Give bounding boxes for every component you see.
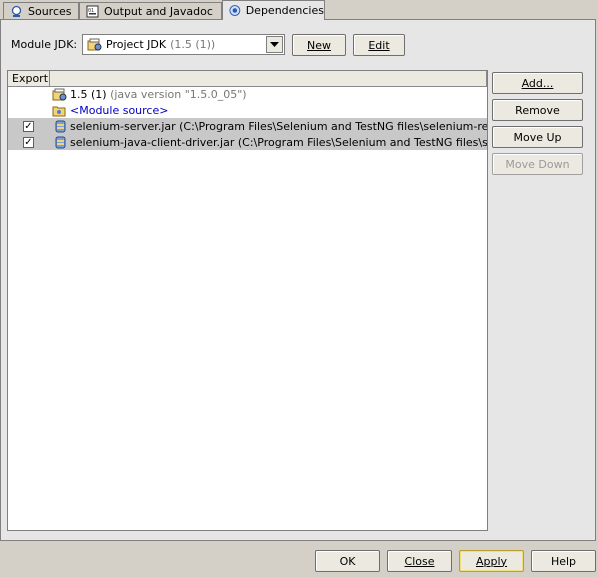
combo-dropdown-button[interactable] xyxy=(266,36,283,53)
table-header: Export xyxy=(8,71,487,87)
tab-dependencies[interactable]: Dependencies xyxy=(222,0,325,20)
row-name: selenium-server.jar (C:\Program Files\Se… xyxy=(70,119,488,133)
edit-jdk-button[interactable]: Edit xyxy=(353,34,405,56)
chevron-down-icon xyxy=(270,42,279,47)
new-jdk-button[interactable]: New xyxy=(292,34,346,56)
export-checkbox[interactable]: ✓ xyxy=(23,120,34,132)
jar-library-icon xyxy=(55,120,66,132)
module-jdk-combo[interactable]: Project JDK (1.5 (1)) xyxy=(82,34,285,55)
table-row[interactable]: ✓ selenium-server.jar (C:\Program Files\… xyxy=(8,118,487,134)
module-jdk-selected-detail: (1.5 (1)) xyxy=(170,38,216,51)
tab-bar: Sources 01 Output and Javadoc Dependenci… xyxy=(0,0,598,20)
apply-button[interactable]: Apply xyxy=(459,550,524,572)
output-javadoc-icon: 01 xyxy=(86,5,99,17)
module-jdk-label: Module JDK: xyxy=(11,38,78,51)
column-header-export[interactable]: Export xyxy=(8,71,50,86)
column-header-entry[interactable] xyxy=(50,71,487,86)
table-row[interactable]: 1.5 (1) (java version "1.5.0_05") xyxy=(8,86,487,102)
module-jdk-selected: Project JDK xyxy=(106,38,167,51)
move-up-button[interactable]: Move Up xyxy=(492,126,583,148)
ok-button[interactable]: OK xyxy=(315,550,380,572)
tab-output-javadoc[interactable]: 01 Output and Javadoc xyxy=(79,2,222,19)
table-row[interactable]: ✓ selenium-java-client-driver.jar (C:\Pr… xyxy=(8,134,487,150)
row-name: selenium-java-client-driver.jar (C:\Prog… xyxy=(70,135,488,149)
move-down-button[interactable]: Move Down xyxy=(492,153,583,175)
jdk-icon xyxy=(52,88,67,100)
jdk-icon xyxy=(87,38,102,51)
add-button[interactable]: Add... xyxy=(492,72,583,94)
tab-sources[interactable]: Sources xyxy=(3,2,79,19)
row-name: <Module source> xyxy=(70,103,169,117)
export-checkbox[interactable]: ✓ xyxy=(23,136,34,148)
jar-library-icon xyxy=(55,136,66,148)
dependencies-icon xyxy=(229,5,241,16)
dependencies-table: Export 1.5 (1) (java version "1.5.0_05")… xyxy=(7,70,488,531)
remove-button[interactable]: Remove xyxy=(492,99,583,121)
row-name: 1.5 (1) (java version "1.5.0_05") xyxy=(70,87,247,101)
close-button[interactable]: Close xyxy=(387,550,452,572)
table-row[interactable]: <Module source> xyxy=(8,102,487,118)
sources-icon xyxy=(11,5,22,17)
help-button[interactable]: Help xyxy=(531,550,596,572)
module-source-folder-icon xyxy=(52,106,66,116)
